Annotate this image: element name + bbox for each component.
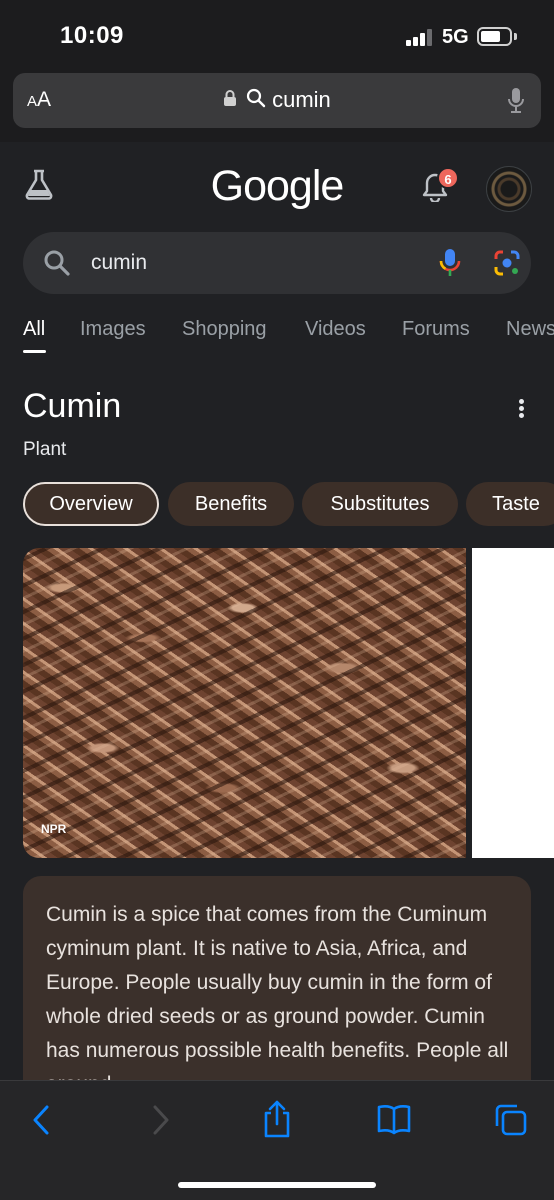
chip-substitutes[interactable]: Substitutes (302, 482, 458, 526)
url-text: cumin (272, 87, 331, 112)
lock-icon (223, 89, 237, 112)
description-card[interactable]: Cumin is a spice that comes from the Cum… (23, 876, 531, 1080)
cumin-seeds-image[interactable]: NPR (23, 548, 466, 858)
battery-icon (477, 27, 512, 46)
tab-images[interactable]: Images (80, 318, 146, 341)
safari-top-bar: AA cumin (0, 72, 554, 142)
address-bar[interactable]: AA cumin (13, 73, 541, 128)
search-input[interactable]: cumin (23, 232, 531, 294)
search-results: cumin All Images Shopping Videos Forums … (0, 232, 554, 1080)
avatar[interactable] (486, 166, 532, 212)
bookmarks-icon[interactable] (376, 1103, 412, 1140)
battery-tip (514, 33, 517, 40)
chip-taste[interactable]: Taste (466, 482, 554, 526)
google-header: Google 6 (0, 142, 554, 232)
forward-icon[interactable] (150, 1103, 172, 1142)
chip-benefits[interactable]: Benefits (168, 482, 294, 526)
description-text: Cumin is a spice that comes from the Cum… (46, 903, 509, 1080)
lens-icon[interactable] (493, 249, 521, 282)
search-query: cumin (91, 251, 148, 274)
tabs-icon[interactable] (494, 1103, 528, 1142)
tab-all[interactable]: All (23, 318, 46, 353)
tab-shopping[interactable]: Shopping (182, 318, 267, 341)
search-icon (246, 88, 266, 113)
google-logo[interactable]: Google (0, 162, 554, 211)
tab-news[interactable]: News (506, 318, 554, 341)
share-icon[interactable] (261, 1099, 293, 1144)
tab-videos[interactable]: Videos (305, 318, 366, 341)
back-icon[interactable] (30, 1103, 52, 1142)
microphone-icon[interactable] (507, 87, 525, 120)
knowledge-panel-title: Cumin (23, 387, 122, 425)
search-icon (43, 249, 71, 282)
knowledge-panel-subtitle: Plant (23, 439, 67, 460)
next-image[interactable] (472, 548, 554, 858)
status-bar: 10:09 5G (0, 0, 554, 72)
network-type: 5G (442, 26, 469, 48)
more-vert-icon[interactable] (515, 399, 527, 421)
signal-icon (406, 28, 434, 46)
image-source: NPR (41, 822, 67, 836)
search-tabs: All Images Shopping Videos Forums News (23, 318, 554, 358)
home-indicator (178, 1182, 376, 1188)
notification-badge: 6 (437, 167, 459, 189)
url-display[interactable]: cumin (13, 87, 541, 113)
topic-chips: Overview Benefits Substitutes Taste (23, 482, 554, 526)
status-time: 10:09 (60, 22, 124, 49)
voice-search-icon[interactable] (439, 248, 461, 283)
chip-overview[interactable]: Overview (23, 482, 159, 526)
tab-forums[interactable]: Forums (402, 318, 470, 341)
